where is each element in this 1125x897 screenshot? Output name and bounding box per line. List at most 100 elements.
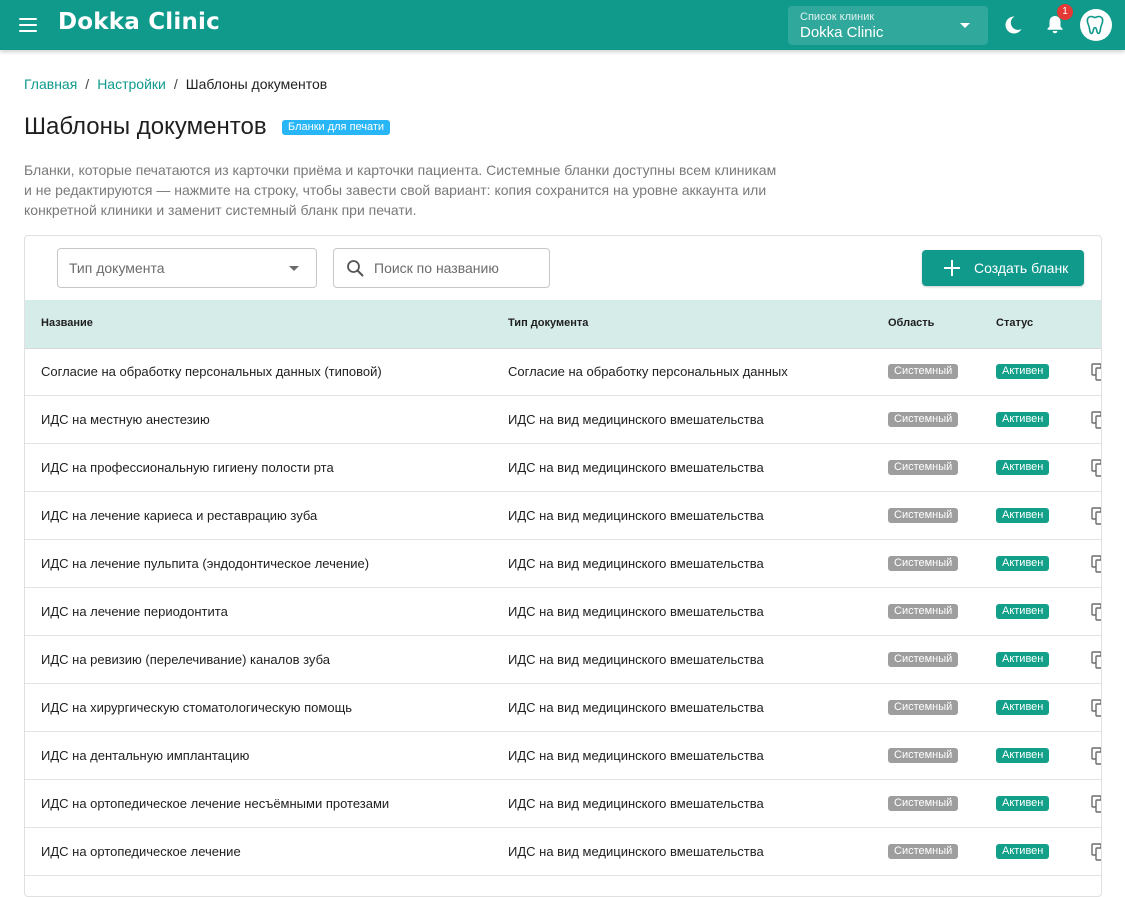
tooth-icon bbox=[1086, 15, 1104, 35]
document-type-cell: ИДС на вид медицинского вмешательства bbox=[508, 412, 764, 427]
table-row[interactable]: ИДС на ортопедическое лечение несъёмными… bbox=[25, 780, 1101, 828]
notification-badge: 1 bbox=[1057, 4, 1073, 20]
copy-icon[interactable] bbox=[1091, 363, 1102, 381]
scope-badge: Системный bbox=[888, 796, 959, 811]
page-title: Шаблоны документов bbox=[24, 113, 267, 140]
scope-badge: Системный bbox=[888, 844, 959, 859]
clinic-select-value: Dokka Clinic bbox=[800, 24, 884, 41]
table-row[interactable]: ИДС на лечение пульпита (эндодонтическое… bbox=[25, 540, 1101, 588]
status-badge: Активен bbox=[996, 796, 1050, 811]
copy-icon[interactable] bbox=[1091, 411, 1102, 429]
page-description: Бланки, которые печатаются из карточки п… bbox=[24, 162, 777, 218]
copy-icon[interactable] bbox=[1091, 555, 1102, 573]
scope-badge: Системный bbox=[888, 556, 959, 571]
template-name-cell: ИДС на лечение кариеса и реставрацию зуб… bbox=[41, 508, 318, 523]
column-header-status[interactable]: Статус bbox=[996, 317, 1033, 329]
column-header-type[interactable]: Тип документа bbox=[508, 317, 588, 329]
search-input[interactable] bbox=[374, 258, 539, 278]
status-badge: Активен bbox=[996, 460, 1050, 475]
table-row[interactable]: Согласие на обработку персональных данны… bbox=[25, 348, 1101, 396]
status-badge: Активен bbox=[996, 700, 1050, 715]
avatar[interactable] bbox=[1080, 9, 1112, 41]
template-name-cell: ИДС на хирургическую стоматологическую п… bbox=[41, 700, 353, 715]
table-row[interactable]: ИДС на ревизию (перелечивание) каналов з… bbox=[25, 636, 1101, 684]
clinic-select[interactable]: Список клиник Dokka Clinic bbox=[788, 6, 988, 45]
search-icon bbox=[347, 260, 364, 277]
breadcrumb-home[interactable]: Главная bbox=[24, 76, 77, 92]
scope-badge: Системный bbox=[888, 604, 959, 619]
document-type-cell: ИДС на вид медицинского вмешательства bbox=[508, 556, 764, 571]
column-header-scope[interactable]: Область bbox=[888, 317, 934, 329]
document-type-cell: Согласие на обработку персональных данны… bbox=[508, 364, 788, 379]
document-type-filter[interactable]: Тип документа bbox=[57, 248, 317, 288]
chevron-down-icon bbox=[960, 23, 970, 28]
scope-badge: Системный bbox=[888, 460, 959, 475]
document-type-cell: ИДС на вид медицинского вмешательства bbox=[508, 748, 764, 763]
table-row[interactable]: ИДС на лечение кариеса и реставрацию зуб… bbox=[25, 492, 1101, 540]
copy-icon[interactable] bbox=[1091, 459, 1102, 477]
status-badge: Активен bbox=[996, 748, 1050, 763]
copy-icon[interactable] bbox=[1091, 699, 1102, 717]
table-row[interactable]: ИДС на профессиональную гигиену полости … bbox=[25, 444, 1101, 492]
document-type-cell: ИДС на вид медицинского вмешательства bbox=[508, 844, 764, 859]
document-type-placeholder: Тип документа bbox=[69, 260, 165, 276]
table-row[interactable]: ИДС на лечение периодонтита ИДС на вид м… bbox=[25, 588, 1101, 636]
status-badge: Активен bbox=[996, 652, 1050, 667]
document-type-cell: ИДС на вид медицинского вмешательства bbox=[508, 460, 764, 475]
dark-mode-toggle[interactable] bbox=[999, 11, 1027, 39]
scope-badge: Системный bbox=[888, 652, 959, 667]
create-template-label: Создать бланк bbox=[974, 260, 1069, 276]
breadcrumb: Главная / Настройки / Шаблоны документов bbox=[24, 76, 327, 92]
breadcrumb-separator: / bbox=[173, 76, 178, 92]
plus-icon bbox=[942, 258, 962, 278]
scope-badge: Системный bbox=[888, 364, 959, 379]
table-row[interactable]: ИДС на хирургическую стоматологическую п… bbox=[25, 684, 1101, 732]
scope-badge: Системный bbox=[888, 700, 959, 715]
document-type-cell: ИДС на вид медицинского вмешательства bbox=[508, 652, 764, 667]
app-bar: Dokka Clinic Список клиник Dokka Clinic … bbox=[0, 0, 1125, 50]
table-row[interactable]: ИДС на ортопедическое лечение ИДС на вид… bbox=[25, 828, 1101, 876]
breadcrumb-settings[interactable]: Настройки bbox=[97, 76, 166, 92]
breadcrumb-current: Шаблоны документов bbox=[185, 76, 328, 92]
moon-icon bbox=[1005, 16, 1022, 34]
status-badge: Активен bbox=[996, 364, 1050, 379]
status-badge: Активен bbox=[996, 508, 1050, 523]
document-type-cell: ИДС на вид медицинского вмешательства bbox=[508, 796, 764, 811]
copy-icon[interactable] bbox=[1091, 843, 1102, 861]
copy-icon[interactable] bbox=[1091, 507, 1102, 525]
status-badge: Активен bbox=[996, 412, 1050, 427]
copy-icon[interactable] bbox=[1091, 651, 1102, 669]
table-row[interactable]: ИДС на местную анестезию ИДС на вид меди… bbox=[25, 396, 1101, 444]
template-name-cell: ИДС на лечение периодонтита bbox=[41, 604, 228, 619]
status-badge: Активен bbox=[996, 556, 1050, 571]
template-name-cell: ИДС на ревизию (перелечивание) каналов з… bbox=[41, 652, 330, 667]
search-field[interactable] bbox=[333, 248, 550, 288]
breadcrumb-separator: / bbox=[85, 76, 90, 92]
scope-badge: Системный bbox=[888, 508, 959, 523]
clinic-select-label: Список клиник bbox=[800, 11, 875, 23]
column-header-name[interactable]: Название bbox=[41, 317, 93, 329]
status-badge: Активен bbox=[996, 604, 1050, 619]
chevron-down-icon bbox=[289, 266, 299, 271]
print-forms-chip: Бланки для печати bbox=[282, 120, 391, 135]
template-name-cell: ИДС на местную анестезию bbox=[41, 412, 210, 427]
document-type-cell: ИДС на вид медицинского вмешательства bbox=[508, 508, 764, 523]
table-row[interactable]: ИДС на дентальную имплантацию ИДС на вид… bbox=[25, 732, 1101, 780]
scope-badge: Системный bbox=[888, 748, 959, 763]
copy-icon[interactable] bbox=[1091, 795, 1102, 813]
copy-icon[interactable] bbox=[1091, 747, 1102, 765]
table-header: Название Тип документа Область Статус bbox=[25, 300, 1101, 349]
document-type-cell: ИДС на вид медицинского вмешательства bbox=[508, 700, 764, 715]
table-body: Согласие на обработку персональных данны… bbox=[25, 348, 1101, 876]
copy-icon[interactable] bbox=[1091, 603, 1102, 621]
app-brand[interactable]: Dokka Clinic bbox=[58, 9, 220, 35]
template-name-cell: Согласие на обработку персональных данны… bbox=[41, 364, 382, 379]
template-name-cell: ИДС на дентальную имплантацию bbox=[41, 748, 250, 763]
template-name-cell: ИДС на ортопедическое лечение bbox=[41, 844, 241, 859]
template-name-cell: ИДС на ортопедическое лечение несъёмными… bbox=[41, 796, 390, 811]
scope-badge: Системный bbox=[888, 412, 959, 427]
create-template-button[interactable]: Создать бланк bbox=[922, 250, 1084, 286]
template-name-cell: ИДС на профессиональную гигиену полости … bbox=[41, 460, 334, 475]
menu-icon[interactable] bbox=[18, 14, 40, 36]
templates-card: Тип документа Создать бланк Название Тип… bbox=[24, 235, 1102, 897]
